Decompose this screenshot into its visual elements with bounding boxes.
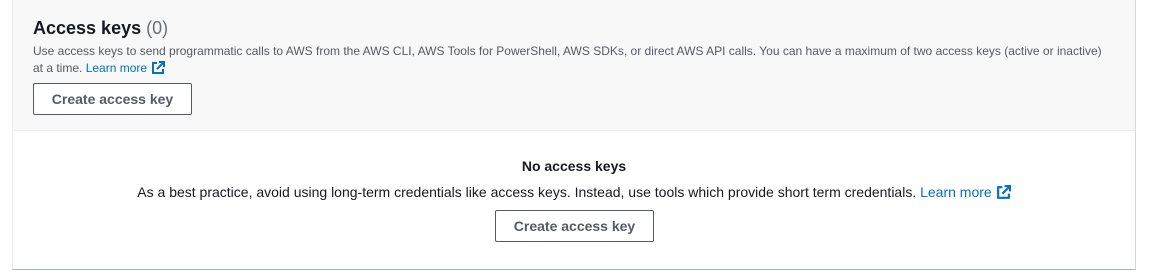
access-keys-panel: Access keys (0) Use access keys to send … bbox=[12, 0, 1136, 270]
empty-create-access-key-button[interactable]: Create access key bbox=[495, 210, 654, 242]
empty-state: No access keys As a best practice, avoid… bbox=[13, 131, 1135, 269]
empty-state-text: As a best practice, avoid using long-ter… bbox=[13, 182, 1135, 205]
external-link-icon bbox=[996, 185, 1011, 205]
title-text: Access keys bbox=[33, 18, 142, 38]
page-title: Access keys (0) bbox=[33, 17, 168, 39]
title-count: (0) bbox=[146, 18, 169, 38]
description-text: Use access keys to send programmatic cal… bbox=[33, 44, 1102, 75]
header-description: Use access keys to send programmatic cal… bbox=[33, 43, 1113, 80]
create-access-key-button[interactable]: Create access key bbox=[33, 83, 192, 115]
empty-state-title: No access keys bbox=[521, 158, 627, 174]
header-learn-more-label: Learn more bbox=[85, 61, 148, 75]
header-learn-more-link[interactable]: Learn more bbox=[85, 61, 166, 75]
empty-learn-more-label: Learn more bbox=[920, 184, 992, 200]
empty-state-message: As a best practice, avoid using long-ter… bbox=[137, 184, 917, 200]
external-link-icon bbox=[151, 61, 166, 80]
access-keys-header: Access keys (0) Use access keys to send … bbox=[13, 0, 1135, 131]
empty-learn-more-link[interactable]: Learn more bbox=[920, 184, 1011, 200]
